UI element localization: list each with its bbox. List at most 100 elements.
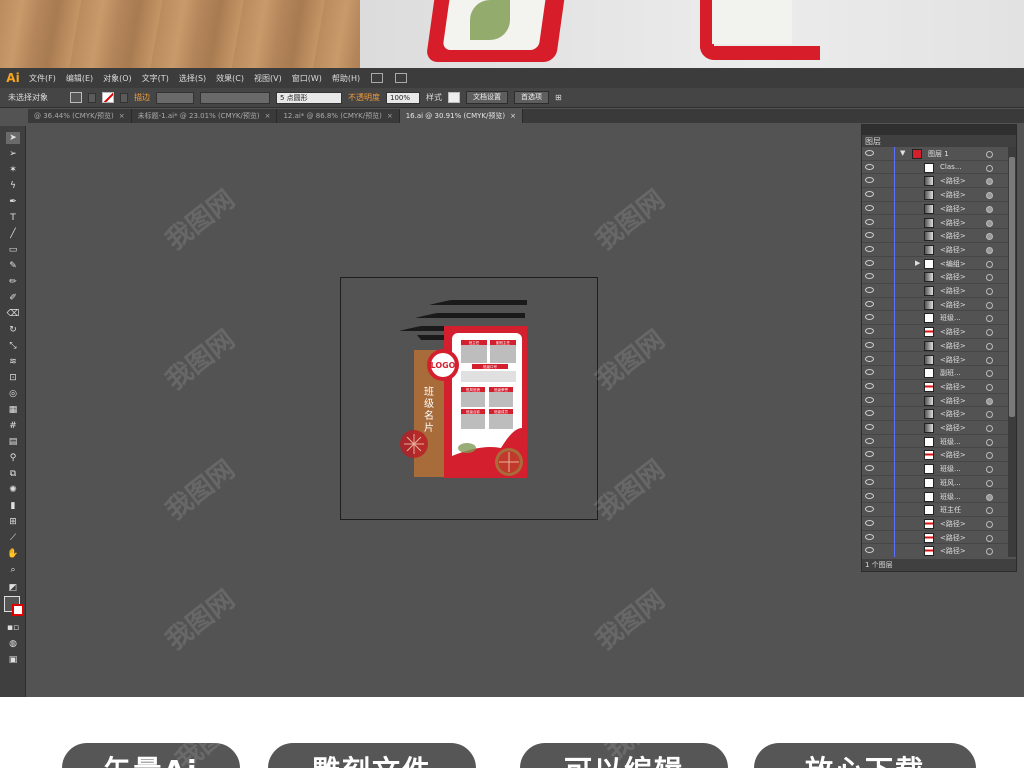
close-icon[interactable]: × [387,112,393,120]
stroke-label[interactable]: 描边 [134,92,150,103]
menu-select[interactable]: 选择(S) [174,73,211,84]
visibility-eye-icon[interactable] [865,163,874,170]
lasso-tool-icon[interactable]: ϟ [6,180,20,192]
layers-panel-tab[interactable]: 图层 [862,135,1016,147]
target-circle-icon[interactable] [986,233,993,241]
tab-doc-1[interactable]: @ 36.44% (CMYK/预览) × [28,109,132,123]
close-icon[interactable]: × [265,112,271,120]
target-circle-icon[interactable] [986,315,993,323]
target-circle-icon[interactable] [986,548,993,556]
tab-doc-4[interactable]: 16.ai @ 30.91% (CMYK/预览) × [399,109,523,123]
style-swatch[interactable] [448,92,460,103]
close-icon[interactable]: × [119,112,125,120]
stroke-swatch[interactable] [102,92,114,103]
stroke-dropdown[interactable] [120,92,128,103]
target-circle-icon[interactable] [986,205,993,213]
target-circle-icon[interactable] [986,246,993,254]
visibility-eye-icon[interactable] [865,300,874,307]
pencil-tool-icon[interactable]: ✏ [6,276,20,288]
menu-type[interactable]: 文字(T) [137,73,174,84]
close-icon[interactable]: × [510,112,516,120]
arrange-documents-icon[interactable] [395,73,408,83]
visibility-eye-icon[interactable] [865,177,874,184]
drawing-mode-icon[interactable]: ◍ [6,638,20,650]
layer-item-row[interactable]: <路径> [862,421,1008,435]
direct-selection-tool-icon[interactable]: ➢ [6,148,20,160]
target-circle-icon[interactable] [986,438,993,446]
hand-tool-icon[interactable]: ✋ [6,548,20,560]
target-circle-icon[interactable] [986,260,993,268]
visibility-eye-icon[interactable] [865,191,874,198]
opacity-field[interactable]: 100% [386,91,420,104]
menu-file[interactable]: 文件(F) [24,73,61,84]
target-circle-icon[interactable] [986,192,993,200]
shape-builder-tool-icon[interactable]: ◎ [6,388,20,400]
screen-mode-icon[interactable]: ▣ [6,654,20,666]
panel-collapse-bar[interactable] [862,125,1016,135]
visibility-eye-icon[interactable] [865,355,874,362]
visibility-eye-icon[interactable] [865,204,874,211]
visibility-eye-icon[interactable] [865,492,874,499]
mesh-tool-icon[interactable]: # [6,420,20,432]
menu-view[interactable]: 视图(V) [249,73,287,84]
blob-brush-tool-icon[interactable]: ✐ [6,292,20,304]
expand-arrow-icon[interactable]: ▶ [915,259,920,267]
layer-item-row[interactable]: 班级... [862,489,1008,504]
column-graph-tool-icon[interactable]: ▮ [6,500,20,512]
document-setup-button[interactable]: 文档设置 [466,91,508,104]
layer-item-row[interactable]: <路径> [862,229,1008,244]
layer-item-row[interactable]: <路径> [862,530,1008,545]
layer-item-row[interactable]: <路径> [862,393,1008,408]
layer-item-row[interactable]: <路径> [862,174,1008,189]
visibility-eye-icon[interactable] [865,341,874,348]
target-circle-icon[interactable] [986,164,993,172]
zoom-tool-icon[interactable]: ⌕ [6,564,20,576]
layer-item-row[interactable]: 班级... [862,434,1008,449]
blend-tool-icon[interactable]: ⧉ [6,468,20,480]
layer-item-row[interactable]: <路径> [862,188,1008,203]
layer-item-row[interactable]: 副班... [862,366,1008,381]
menu-edit[interactable]: 编辑(E) [61,73,98,84]
visibility-eye-icon[interactable] [865,369,874,376]
layer-item-row[interactable]: <路径> [862,270,1008,285]
visibility-eye-icon[interactable] [865,396,874,403]
visibility-eye-icon[interactable] [865,506,874,513]
visibility-eye-icon[interactable] [865,424,874,430]
layer-item-row[interactable]: <路径> [862,379,1008,394]
target-circle-icon[interactable] [986,520,993,528]
target-circle-icon[interactable] [986,383,993,391]
eraser-tool-icon[interactable]: ⌫ [6,308,20,320]
target-circle-icon[interactable] [986,356,993,364]
magic-wand-tool-icon[interactable]: ✶ [6,164,20,176]
align-options-icon[interactable]: ⊞ [555,93,562,102]
layer-item-row[interactable]: <路径> [862,215,1008,230]
menu-effect[interactable]: 效果(C) [211,73,249,84]
layer-item-row[interactable]: Clas... [862,160,1008,175]
target-circle-icon[interactable] [986,274,993,282]
layer-item-row[interactable]: <路径> [862,407,1008,422]
layers-scrollbar[interactable] [1008,147,1016,557]
visibility-eye-icon[interactable] [865,150,874,156]
visibility-eye-icon[interactable] [865,451,874,458]
layer-item-row[interactable]: <路径> [862,284,1008,298]
stroke-color-icon[interactable] [12,604,24,616]
target-circle-icon[interactable] [986,534,993,542]
layer-item-row[interactable]: <路径> [862,352,1008,367]
layer-item-row[interactable]: 班主任 [862,503,1008,518]
pen-tool-icon[interactable]: ✒ [6,196,20,208]
layer-item-row[interactable]: <路径> [862,544,1008,557]
layer-item-row[interactable]: <路径> [862,448,1008,463]
layer-item-row[interactable]: <路径> [862,297,1008,312]
fill-swatch[interactable] [70,92,82,103]
target-circle-icon[interactable] [986,178,993,186]
visibility-eye-icon[interactable] [865,410,874,417]
target-circle-icon[interactable] [986,479,993,487]
target-circle-icon[interactable] [986,411,993,419]
default-colors-icon[interactable]: ◩ [6,582,20,594]
layer-item-row[interactable]: <路径> [862,201,1008,216]
layer-item-row[interactable]: 班风... [862,475,1008,490]
target-circle-icon[interactable] [986,493,993,501]
target-circle-icon[interactable] [986,329,993,337]
visibility-eye-icon[interactable] [865,232,874,239]
visibility-eye-icon[interactable] [865,382,874,389]
